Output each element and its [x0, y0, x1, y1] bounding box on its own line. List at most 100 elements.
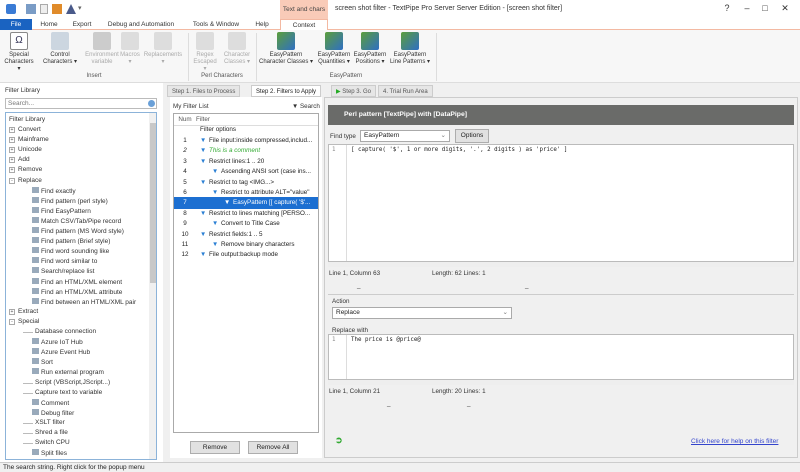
tree-item[interactable]: Capture text to variable	[23, 389, 102, 396]
expand-icon[interactable]: +	[9, 127, 15, 133]
tree-item[interactable]: Find an HTML/XML attribute	[32, 287, 122, 296]
title-bar: ▾ screen shot filter - TextPipe Pro Serv…	[0, 0, 800, 19]
tree-item[interactable]: + Convert	[9, 126, 41, 133]
library-search-input[interactable]: Search...	[5, 98, 157, 109]
scrollbar[interactable]	[149, 113, 156, 459]
tree-item[interactable]: Comment	[32, 398, 69, 407]
tree-item[interactable]: Find EasyPattern	[32, 206, 91, 215]
maximize-icon[interactable]: □	[758, 3, 772, 15]
tree-item[interactable]: Find pattern (Brief style)	[32, 237, 110, 245]
minimize-icon[interactable]: –	[740, 3, 754, 15]
filter-icon	[32, 247, 39, 254]
tree-item[interactable]: Azure Event Hub	[32, 348, 90, 356]
filter-icon	[32, 348, 39, 355]
easypattern-positions-button[interactable]: EasyPattern Positions ▾	[353, 32, 387, 66]
tab-step-1[interactable]: Step 1. Files to Process	[167, 85, 241, 97]
tree-item[interactable]: XSLT filter	[23, 419, 65, 426]
replace-status-position: Line 1, Column 21	[329, 388, 381, 395]
horizontal-scrollbar[interactable]	[328, 380, 794, 385]
tree-item[interactable]: Debug filter	[32, 408, 74, 417]
tree-item[interactable]: Find pattern (MS Word style)	[32, 227, 124, 235]
scrollbar-thumb[interactable]	[150, 123, 156, 283]
tree-item[interactable]: + Extract	[9, 308, 38, 315]
tree-item[interactable]: + Remove	[9, 166, 42, 174]
tree-item[interactable]: Match CSV/Tab/Pipe record	[32, 216, 121, 225]
tree-item[interactable]: Shred a file	[23, 429, 68, 436]
new-icon[interactable]	[26, 4, 36, 14]
help-icon[interactable]: ?	[720, 3, 734, 15]
expand-icon[interactable]: +	[9, 167, 15, 174]
remove-button[interactable]: Remove	[190, 441, 240, 454]
tree-item[interactable]: + Unicode	[9, 146, 42, 154]
tab-home[interactable]: Home	[36, 19, 62, 30]
special-characters-button[interactable]: Ω Special Characters ▾	[4, 32, 34, 73]
easypattern-character-classes-button[interactable]: EasyPattern Character Classes ▾	[258, 32, 314, 66]
filter-row[interactable]: 12 ▼ File output:backup mode	[174, 249, 318, 261]
tree-item[interactable]: Find pattern (perl style)	[32, 196, 108, 205]
save-icon[interactable]	[52, 4, 62, 14]
find-editor[interactable]: 1 [ capture( '$', 1 or more digits, '.',…	[328, 144, 794, 262]
filter-icon	[32, 338, 39, 345]
tab-step-2[interactable]: Step 2. Filters to Apply	[251, 85, 322, 97]
collapse-icon[interactable]: -	[9, 318, 15, 325]
tree-item[interactable]: Run external program	[32, 368, 104, 376]
filter-icon	[32, 408, 39, 415]
tree-item[interactable]: Sort	[32, 358, 53, 366]
filter-list-tree: Num Filter Filter options 1 ▼ File input:in…	[173, 113, 319, 433]
tab-help[interactable]: Help	[252, 19, 272, 30]
funnel-icon: ▼	[200, 251, 207, 259]
quick-access-dropdown-icon[interactable]: ▾	[78, 4, 82, 12]
tree-line	[23, 332, 33, 333]
shield-icon	[196, 32, 214, 50]
tree-item[interactable]: + Add	[9, 156, 30, 164]
tree-item[interactable]: - Replace	[9, 177, 42, 184]
tree-item[interactable]: Find an HTML/XML element	[32, 277, 122, 286]
run-icon[interactable]	[66, 4, 76, 14]
easypattern-quantities-button[interactable]: EasyPattern Quantities ▾	[316, 32, 352, 66]
tree-item[interactable]: Find exactly	[32, 186, 76, 195]
tree-item[interactable]: Split files	[32, 449, 67, 457]
horizontal-scrollbar[interactable]	[328, 262, 794, 267]
close-icon[interactable]: ✕	[778, 3, 792, 15]
tree-item[interactable]: Script (VBScript,JScript...)	[23, 379, 110, 386]
expand-icon[interactable]: +	[9, 157, 15, 164]
tree-item[interactable]: Azure IoT Hub	[32, 338, 83, 346]
filter-list-search[interactable]: ▼ Search	[292, 103, 320, 110]
tab-step-3[interactable]: ▶ Step 3. Go	[331, 85, 376, 97]
tree-item[interactable]: Search/replace list	[32, 267, 94, 275]
tab-step-4[interactable]: 4. Trial Run Area	[378, 85, 433, 97]
page-icon[interactable]	[40, 4, 48, 14]
window-title: screen shot filter - TextPipe Pro Server…	[335, 5, 563, 12]
tab-debug-automation[interactable]: Debug and Automation	[104, 19, 178, 30]
character-classes-button[interactable]: Character Classes ▾	[222, 32, 252, 66]
replace-editor[interactable]: 1 The price is @price@	[328, 334, 794, 380]
tree-item[interactable]: Switch CPU	[23, 439, 70, 446]
options-button[interactable]: Options	[455, 129, 489, 143]
expand-icon[interactable]: +	[9, 147, 15, 154]
action-select[interactable]: Replace ⌄	[332, 307, 512, 319]
placeholder-mark: _	[467, 400, 471, 407]
macros-button[interactable]: Macros ▾	[120, 32, 140, 66]
tree-item[interactable]: Find word sounding like	[32, 247, 109, 255]
help-link[interactable]: Click here for help on this filter	[691, 438, 778, 445]
replacements-button[interactable]: Replacements ▾	[143, 32, 183, 66]
tree-item[interactable]: + Mainframe	[9, 136, 49, 144]
refresh-icon[interactable]: ➲	[335, 435, 343, 446]
control-characters-button[interactable]: Control Characters ▾	[42, 32, 78, 66]
tab-tools-window[interactable]: Tools & Window	[188, 19, 244, 30]
tree-item[interactable]: Find between an HTML/XML pair	[32, 297, 136, 306]
regex-escaped-button[interactable]: Regex Escaped ▾	[192, 32, 218, 73]
tree-item[interactable]: Database connection	[23, 328, 96, 335]
tree-item[interactable]: Find word similar to	[32, 257, 97, 265]
search-icon[interactable]	[148, 100, 155, 107]
environment-variable-button[interactable]: Environment variable	[84, 32, 120, 66]
tab-file[interactable]: File	[0, 19, 32, 30]
expand-icon[interactable]: +	[9, 308, 15, 315]
tree-item[interactable]: - Special	[9, 318, 39, 325]
easypattern-line-patterns-button[interactable]: EasyPattern Line Patterns ▾	[389, 32, 431, 66]
find-type-select[interactable]: EasyPattern ⌄	[360, 130, 450, 142]
collapse-icon[interactable]: -	[9, 177, 15, 184]
remove-all-button[interactable]: Remove All	[248, 441, 298, 454]
tab-export[interactable]: Export	[68, 19, 96, 30]
expand-icon[interactable]: +	[9, 137, 15, 144]
